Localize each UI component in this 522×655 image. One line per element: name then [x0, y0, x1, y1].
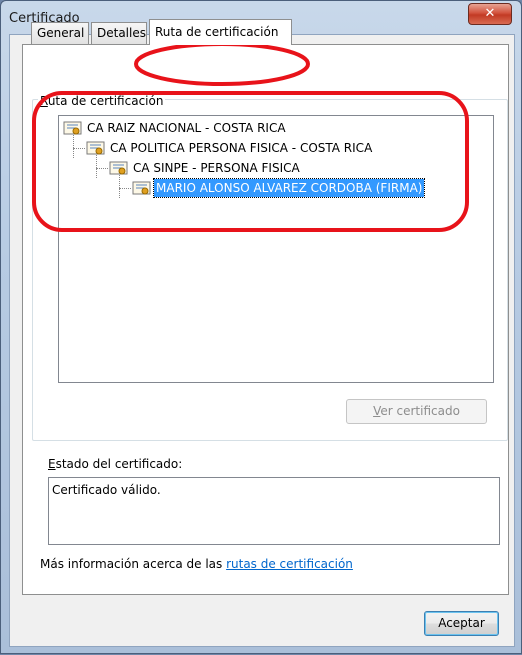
tab-details[interactable]: Detalles — [91, 22, 147, 44]
tab-certification-path[interactable]: Ruta de certificación — [149, 19, 292, 45]
tree-connector — [73, 148, 85, 149]
certification-path-link[interactable]: rutas de certificación — [226, 557, 353, 571]
certificate-icon — [63, 121, 82, 135]
tree-connector — [96, 168, 108, 169]
certificate-icon — [86, 141, 105, 155]
certificate-icon — [132, 181, 151, 195]
accept-button[interactable]: Aceptar — [424, 611, 499, 636]
tree-node-label: CA POLITICA PERSONA FISICA - COSTA RICA — [110, 141, 373, 155]
tree-node-label: CA RAIZ NACIONAL - COSTA RICA — [87, 121, 286, 135]
certificate-dialog: Certificado ✕ General Detalles Ruta de c… — [0, 0, 522, 654]
certification-path-group-label: Ruta de certificación — [38, 94, 166, 108]
tree-connector — [96, 155, 97, 178]
tree-node-label: CA SINPE - PERSONA FISICA — [133, 161, 300, 175]
more-info-text: Más información acerca de las rutas de c… — [40, 557, 353, 571]
close-button[interactable]: ✕ — [468, 3, 512, 25]
view-certificate-button[interactable]: Ver certificado — [346, 399, 487, 424]
certificate-status-box[interactable]: Certificado válido. — [48, 477, 500, 545]
tree-connector — [73, 135, 74, 158]
certificate-icon — [109, 161, 128, 175]
certificate-status-label: Estado del certificado: — [48, 457, 183, 471]
more-info-prefix: Más información acerca de las — [40, 557, 227, 571]
tree-connector — [119, 188, 131, 189]
certification-path-tree[interactable]: CA RAIZ NACIONAL - COSTA RICA CA POLITIC… — [58, 115, 494, 383]
close-icon: ✕ — [484, 6, 496, 21]
tab-general[interactable]: General — [31, 22, 89, 44]
tree-node-label: MARIO ALONSO ALVAREZ CORDOBA (FIRMA) — [152, 178, 426, 198]
tree-connector — [119, 175, 120, 198]
